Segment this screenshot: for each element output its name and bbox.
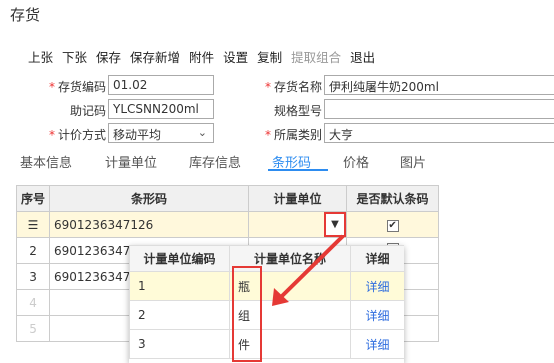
unit-cell[interactable]: ▼	[248, 211, 348, 238]
row-number: 4	[15, 289, 51, 316]
form-row-1: * 存货编码 01.02 * 存货名称 伊利纯屠牛奶200ml	[0, 75, 554, 95]
settings-button[interactable]: 设置	[223, 47, 248, 66]
unit-option[interactable]: 2 组 详细	[129, 300, 404, 330]
tab-bar: 基本信息 计量单位 库存信息 条形码 价格 图片	[0, 150, 554, 172]
row-number: 2	[15, 237, 51, 264]
code-input[interactable]: 01.02	[108, 75, 214, 95]
prev-button[interactable]: 上张	[28, 47, 53, 66]
extract-combo-button[interactable]: 提取组合	[291, 47, 341, 66]
row-number: 3	[15, 263, 51, 290]
spec-label: 规格型号	[273, 104, 322, 118]
page-title: 存货	[10, 6, 41, 24]
unit-dropdown-header-row: 计量单位编码 计量单位名称 详细	[129, 245, 404, 272]
unit-dropdown: 计量单位编码 计量单位名称 详细 1 瓶 详细 2 组 详细 3 件 详细	[129, 245, 404, 363]
unit-detail-link[interactable]: 详细	[350, 271, 404, 301]
tab-active-indicator	[268, 169, 328, 171]
form-row-2: 助记码 YLCSNN200ml 规格型号	[0, 99, 554, 119]
name-input[interactable]: 伊利纯屠牛奶200ml	[324, 75, 554, 95]
unit-dropdown-header-detail: 详细	[350, 245, 404, 272]
grid-header-no[interactable]: 序号	[15, 185, 51, 212]
default-checkbox[interactable]: ✔	[386, 220, 399, 232]
spec-input[interactable]	[324, 99, 554, 119]
grid-header-unit[interactable]: 计量单位	[248, 185, 348, 212]
grid-header-default[interactable]: 是否默认条码	[346, 185, 440, 212]
unit-option-code[interactable]: 3	[129, 329, 230, 359]
save-button[interactable]: 保存	[96, 47, 121, 66]
pricing-label: * 计价方式	[48, 128, 106, 142]
name-label-text: 存货名称	[273, 80, 322, 94]
unit-option[interactable]: 3 件 详细	[129, 329, 404, 359]
tab-stock-info[interactable]: 库存信息	[189, 152, 241, 171]
chevron-down-icon[interactable]: ▼	[324, 212, 346, 237]
grid-header-barcode[interactable]: 条形码	[49, 185, 250, 212]
unit-option-code[interactable]: 2	[129, 300, 230, 330]
grid-header-row: 序号 条形码 计量单位 是否默认条码	[15, 185, 440, 212]
exit-button[interactable]: 退出	[350, 47, 375, 66]
mnemonic-label: 助记码	[69, 104, 106, 118]
keyboard-row-icon: ☰	[27, 217, 39, 232]
name-label: * 存货名称	[264, 80, 322, 94]
code-label: * 存货编码	[48, 80, 106, 94]
row-marker-cell: ☰	[15, 211, 51, 238]
form-row-3: * 计价方式 移动平均 ⌄ * 所属类别 大亨	[0, 123, 554, 143]
unit-dropdown-header-code: 计量单位编码	[129, 245, 230, 272]
unit-dropdown-table: 计量单位编码 计量单位名称 详细 1 瓶 详细 2 组 详细 3 件 详细	[129, 245, 404, 359]
mnemonic-input[interactable]: YLCSNN200ml	[108, 99, 214, 119]
code-label-text: 存货编码	[57, 80, 106, 94]
annotation-highlight-box	[232, 266, 262, 362]
attachment-button[interactable]: 附件	[189, 47, 214, 66]
pricing-select[interactable]: 移动平均 ⌄	[108, 123, 214, 143]
chevron-down-icon: ⌄	[197, 126, 207, 139]
tab-basic-info[interactable]: 基本信息	[20, 152, 72, 171]
category-label-text: 所属类别	[273, 128, 322, 142]
copy-button[interactable]: 复制	[257, 47, 282, 66]
unit-detail-link[interactable]: 详细	[350, 329, 404, 359]
next-button[interactable]: 下张	[62, 47, 87, 66]
unit-option-code[interactable]: 1	[129, 271, 230, 301]
category-label: * 所属类别	[264, 128, 322, 142]
table-row[interactable]: ☰ 6901236347126 ▼ ✔	[15, 211, 440, 238]
toolbar: 上张 下张 保存 保存新增 附件 设置 复制 提取组合 退出	[28, 47, 384, 66]
unit-option[interactable]: 1 瓶 详细	[129, 271, 404, 301]
tab-price[interactable]: 价格	[343, 152, 369, 171]
pricing-value: 移动平均	[113, 128, 162, 142]
row-number: 5	[15, 315, 51, 342]
pricing-label-text: 计价方式	[57, 128, 106, 142]
tab-units[interactable]: 计量单位	[105, 152, 157, 171]
category-input[interactable]: 大亨	[324, 123, 554, 143]
default-cell[interactable]: ✔	[346, 211, 440, 238]
save-new-button[interactable]: 保存新增	[130, 47, 180, 66]
tab-image[interactable]: 图片	[400, 152, 426, 171]
unit-detail-link[interactable]: 详细	[350, 300, 404, 330]
barcode-cell[interactable]: 6901236347126	[49, 211, 250, 238]
